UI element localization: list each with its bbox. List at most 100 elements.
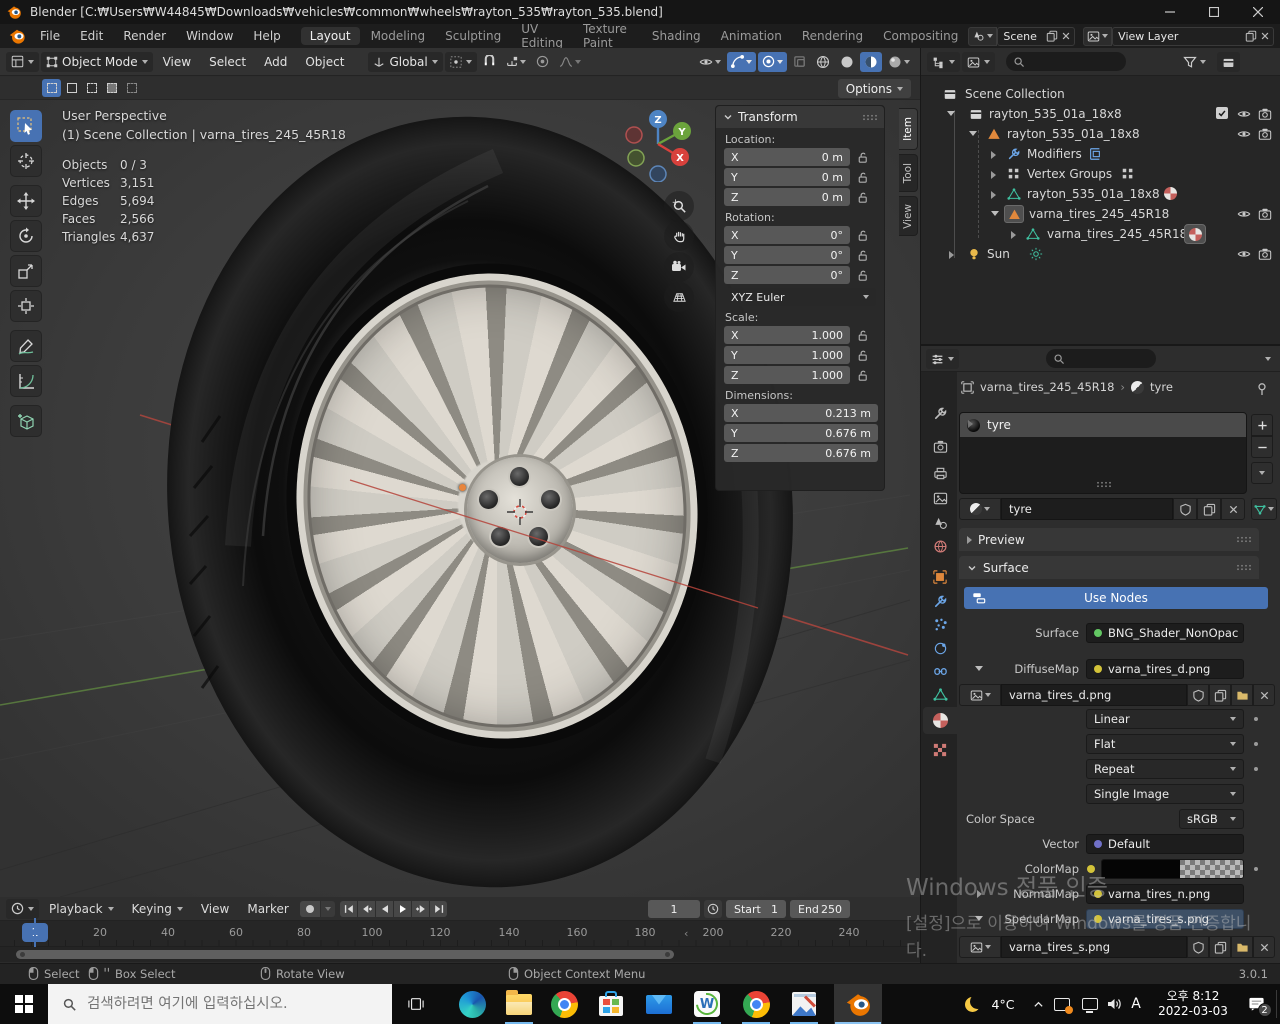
viewport-menu-select[interactable]: Select [201,55,254,69]
copy-image-button[interactable] [1209,684,1231,706]
tray-network-icon[interactable] [1078,984,1102,1024]
interpolation-dropdown[interactable]: Linear [1086,709,1244,729]
menu-edit[interactable]: Edit [70,29,113,43]
timeline-editor-type-button[interactable] [6,899,39,919]
disable-render-camera-icon[interactable] [1258,247,1272,261]
weather-moon-icon[interactable] [960,984,984,1024]
breadcrumb-material[interactable]: tyre [1150,380,1173,394]
outliner-row-sun[interactable]: Sun [921,244,1280,264]
show-overlays-dropdown[interactable] [758,52,787,72]
timeline-ruler[interactable]: 20 40 60 80 100 120 140 160 180 200 220 … [0,921,920,947]
extension-dropdown[interactable]: Repeat [1086,759,1244,779]
scale-x-field[interactable]: X1.000 [724,326,850,344]
play-reverse-button[interactable] [376,901,393,917]
properties-options-chevron[interactable] [1265,357,1271,361]
blender-menu-icon[interactable] [8,27,26,45]
active-object-icon-box[interactable] [1004,205,1024,223]
collapse-triangle[interactable] [969,131,977,136]
new-view-layer-icon[interactable] [1245,30,1257,42]
viewport-menu-view[interactable]: View [155,55,199,69]
object-visibility-dropdown[interactable] [695,52,725,72]
tool-select-box[interactable] [10,110,42,142]
tray-speaker-icon[interactable] [1102,984,1126,1024]
select-mode-tweak[interactable] [42,79,61,97]
tray-temperature[interactable]: 4°C [986,984,1020,1024]
workspace-tab-rendering[interactable]: Rendering [793,27,872,45]
current-frame-field[interactable]: 1 [648,900,700,918]
menu-help[interactable]: Help [243,29,290,43]
workspace-tab-modeling[interactable]: Modeling [362,27,435,45]
lock-icon[interactable] [856,349,869,362]
disable-render-camera-icon[interactable] [1258,207,1272,221]
outliner-search-input[interactable] [1006,52,1126,71]
panel-drag-grip[interactable] [1236,536,1251,543]
expand-triangle[interactable] [991,191,996,199]
rotation-mode-dropdown[interactable]: XYZ Euler [724,288,876,306]
new-scene-icon[interactable] [1046,30,1058,42]
task-view-button[interactable] [392,984,440,1024]
expand-triangle[interactable] [949,251,954,259]
tray-clock[interactable]: 오후 8:122022-03-03 [1150,984,1236,1024]
diffusemap-field[interactable]: varna_tires_d.png [1086,659,1244,679]
tab-scene[interactable] [923,511,957,536]
outliner-row-collection-rayton[interactable]: rayton_535_01a_18x8 [921,104,1280,124]
lock-icon[interactable] [856,329,869,342]
outliner-row-object-rayton[interactable]: rayton_535_01a_18x8 [921,124,1280,144]
close-button[interactable] [1236,0,1280,24]
open-image-folder-button[interactable] [1231,936,1253,958]
surface-section-header[interactable]: Surface [959,556,1259,579]
scale-y-field[interactable]: Y1.000 [724,346,850,364]
browse-image-button[interactable] [959,936,1001,958]
projection-dropdown[interactable]: Flat [1086,734,1244,754]
add-slot-button[interactable] [1251,414,1273,436]
tool-cursor[interactable] [10,145,42,177]
surface-shader-field[interactable]: BNG_Shader_NonOpac [1086,623,1244,643]
select-mode-extend[interactable] [62,79,81,97]
viewport-menu-object[interactable]: Object [297,55,352,69]
zoom-view-button[interactable]: + [664,191,694,221]
menu-render[interactable]: Render [113,29,176,43]
viewport-3d[interactable]: User Perspective (1) Scene Collection | … [0,100,920,897]
outliner-row-scene-collection[interactable]: Scene Collection [921,84,1280,104]
colormap-swatch[interactable] [1101,859,1244,879]
view-layer-type-icon[interactable] [1083,27,1112,46]
filter-funnel-icon[interactable] [1183,55,1197,69]
lock-icon[interactable] [856,191,869,204]
view-layer-selector[interactable]: View Layer [1112,27,1274,46]
active-material-icon-box[interactable] [1184,224,1206,244]
select-mode-invert[interactable] [102,79,121,97]
sidebar-tab-item[interactable]: Item [899,108,918,150]
list-resize-grip[interactable] [968,420,973,428]
tool-scale[interactable] [10,255,42,287]
tab-modifiers[interactable] [923,589,957,614]
workspace-tab-sculpting[interactable]: Sculpting [436,27,510,45]
fake-user-shield-button[interactable] [1187,684,1209,706]
expand-triangle[interactable] [991,171,996,179]
specularmap-field[interactable]: varna_tires_s.png [1086,909,1244,929]
browse-image-button[interactable] [959,684,1001,706]
search-input[interactable] [87,996,357,1012]
jump-next-keyframe-button[interactable] [412,901,429,917]
color-space-dropdown[interactable]: sRGB [1179,809,1244,829]
copy-image-button[interactable] [1209,936,1231,958]
transform-panel-header[interactable]: Transform [716,106,884,128]
select-mode-subtract[interactable] [82,79,101,97]
properties-editor-type-button[interactable] [926,349,959,369]
maximize-button[interactable] [1192,0,1236,24]
lock-icon[interactable] [856,369,869,382]
taskbar-w-app-icon[interactable]: W [683,984,731,1024]
play-button[interactable] [394,901,411,917]
rotation-x-field[interactable]: X0° [724,226,850,244]
expand-triangle[interactable] [1011,231,1016,239]
tool-add-cube[interactable] [10,405,42,437]
copy-material-button[interactable] [1197,498,1221,520]
workspace-tab-animation[interactable]: Animation [712,27,791,45]
normalmap-field[interactable]: varna_tires_n.png [1086,884,1244,904]
outliner-row-mesh-varna-tires[interactable]: varna_tires_245_45R18 [921,224,1280,244]
sidebar-tab-tool[interactable]: Tool [899,154,918,192]
outliner-display-mode-button[interactable] [927,52,960,72]
workspace-tab-layout[interactable]: Layout [301,27,360,45]
use-nodes-button[interactable]: Use Nodes [964,587,1268,609]
filter-dropdown-chevron[interactable] [1200,60,1206,64]
location-z-field[interactable]: Z0 m [724,188,850,206]
